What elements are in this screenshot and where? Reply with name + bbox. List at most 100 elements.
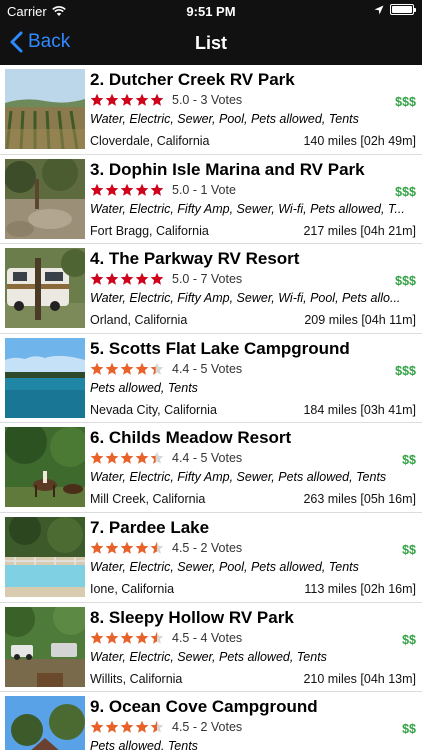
amenities: Pets allowed, Tents <box>90 739 198 750</box>
amenities: Pets allowed, Tents <box>90 380 198 395</box>
star-icon <box>90 720 104 733</box>
star-icon <box>150 631 164 644</box>
amenities: Water, Electric, Fifty Amp, Sewer, Pets … <box>90 470 387 485</box>
list-item[interactable]: 3. Dophin Isle Marina and RV Park 5.0 - … <box>0 154 422 245</box>
star-icon <box>105 631 119 644</box>
star-icon <box>120 272 134 285</box>
star-icon <box>105 720 119 733</box>
star-rating-icon <box>90 720 164 734</box>
list-item[interactable]: 8. Sleepy Hollow RV Park 4.5 - 4 Votes $… <box>0 602 422 693</box>
campground-photo <box>5 248 85 329</box>
location-arrow-icon <box>374 5 384 14</box>
star-icon <box>90 93 104 106</box>
rating-score: 4.5 - 2 Votes <box>172 720 243 735</box>
price-level: $$ <box>402 542 416 557</box>
amenities: Water, Electric, Sewer, Pool, Pets allow… <box>90 112 359 126</box>
campground-name: 5. Scotts Flat Lake Campground <box>90 338 350 358</box>
star-icon <box>90 183 104 196</box>
star-icon <box>135 720 149 733</box>
distance: 184 miles [03h 41m] <box>303 402 416 417</box>
location: Orland, California <box>90 313 188 328</box>
rating-score: 4.5 - 2 Votes <box>172 540 243 555</box>
star-icon <box>120 720 134 733</box>
campground-name: 6. Childs Meadow Resort <box>90 428 292 448</box>
star-icon <box>105 362 119 375</box>
list-item[interactable]: 2. Dutcher Creek RV Park 5.0 - 3 Votes $… <box>0 65 422 155</box>
star-icon <box>135 93 149 106</box>
rating: 4.5 - 4 Votes <box>90 631 242 645</box>
star-icon <box>150 183 164 196</box>
rating-score: 5.0 - 7 Votes <box>172 272 243 287</box>
star-icon <box>90 631 104 644</box>
campground-name: 8. Sleepy Hollow RV Park <box>90 607 294 627</box>
star-rating-icon <box>90 541 164 555</box>
rating: 4.5 - 2 Votes <box>90 541 242 555</box>
star-icon <box>105 272 119 285</box>
campground-photo <box>5 69 85 149</box>
location: Cloverdale, California <box>90 134 210 148</box>
distance: 217 miles [04h 21m] <box>303 223 416 238</box>
star-icon <box>135 183 149 196</box>
list-item[interactable]: 6. Childs Meadow Resort 4.4 - 5 Votes $$… <box>0 423 422 513</box>
list-item[interactable]: 5. Scotts Flat Lake Campground 4.4 - 5 V… <box>0 333 422 424</box>
star-icon <box>105 541 119 554</box>
price-level: $$ <box>402 722 416 737</box>
list-item[interactable]: 7. Pardee Lake 4.5 - 2 Votes $$ Water, E… <box>0 512 422 603</box>
campground-photo <box>5 516 85 597</box>
distance: 210 miles [04h 13m] <box>303 671 416 686</box>
rating-score: 4.5 - 4 Votes <box>172 630 243 645</box>
star-icon <box>150 452 164 465</box>
distance: 209 miles [04h 11m] <box>304 313 416 328</box>
star-icon <box>135 362 149 375</box>
campground-photo <box>5 158 85 239</box>
campground-photo <box>5 427 85 508</box>
star-icon <box>120 631 134 644</box>
distance: 140 miles [02h 49m] <box>303 134 416 148</box>
rating: 4.4 - 5 Votes <box>90 451 242 465</box>
campground-name: 3. Dophin Isle Marina and RV Park <box>90 159 365 179</box>
location: Willits, California <box>90 671 183 686</box>
rating-score: 4.4 - 5 Votes <box>172 451 243 466</box>
location: Ione, California <box>90 581 175 596</box>
distance: 263 miles [05h 16m] <box>303 492 416 507</box>
amenities: Water, Electric, Fifty Amp, Sewer, Wi-fi… <box>90 291 401 306</box>
campground-name: 4. The Parkway RV Resort <box>90 249 300 269</box>
top-bar: Carrier 9:51 PM Back List <box>0 0 422 65</box>
list-item[interactable]: 9. Ocean Cove Campground 4.5 - 2 Votes $… <box>0 692 422 750</box>
price-level: $$ <box>402 632 416 647</box>
campground-photo <box>5 696 85 750</box>
star-icon <box>150 541 164 554</box>
campground-photo <box>5 606 85 687</box>
star-icon <box>90 541 104 554</box>
price-level: $$ <box>402 453 416 468</box>
star-icon <box>150 272 164 285</box>
star-rating-icon <box>90 272 164 286</box>
rating: 4.4 - 5 Votes <box>90 362 242 376</box>
star-icon <box>90 362 104 375</box>
campground-list: 2. Dutcher Creek RV Park 5.0 - 3 Votes $… <box>0 65 422 750</box>
campground-name: 9. Ocean Cove Campground <box>90 697 318 717</box>
distance: 113 miles [02h 16m] <box>304 581 416 596</box>
star-icon <box>105 452 119 465</box>
rating: 5.0 - 7 Votes <box>90 272 242 286</box>
list-item[interactable]: 4. The Parkway RV Resort 5.0 - 7 Votes $… <box>0 244 422 334</box>
rating-score: 4.4 - 5 Votes <box>172 361 243 376</box>
star-icon <box>135 541 149 554</box>
star-icon <box>150 720 164 733</box>
page-title: List <box>194 33 227 53</box>
star-icon <box>105 93 119 106</box>
rating: 5.0 - 3 Votes <box>90 93 242 107</box>
location: Fort Bragg, California <box>90 223 209 238</box>
amenities: Water, Electric, Fifty Amp, Sewer, Wi-fi… <box>90 201 405 216</box>
star-rating-icon <box>90 631 164 645</box>
campground-name: 2. Dutcher Creek RV Park <box>90 70 295 89</box>
price-level: $$$ <box>395 184 416 199</box>
star-icon <box>120 183 134 196</box>
rating-score: 5.0 - 1 Vote <box>172 182 236 197</box>
location: Mill Creek, California <box>90 492 206 507</box>
price-level: $$$ <box>395 363 416 378</box>
star-icon <box>120 452 134 465</box>
rating: 5.0 - 1 Vote <box>90 183 236 197</box>
price-level: $$$ <box>395 95 416 109</box>
rating: 4.5 - 2 Votes <box>90 720 242 734</box>
